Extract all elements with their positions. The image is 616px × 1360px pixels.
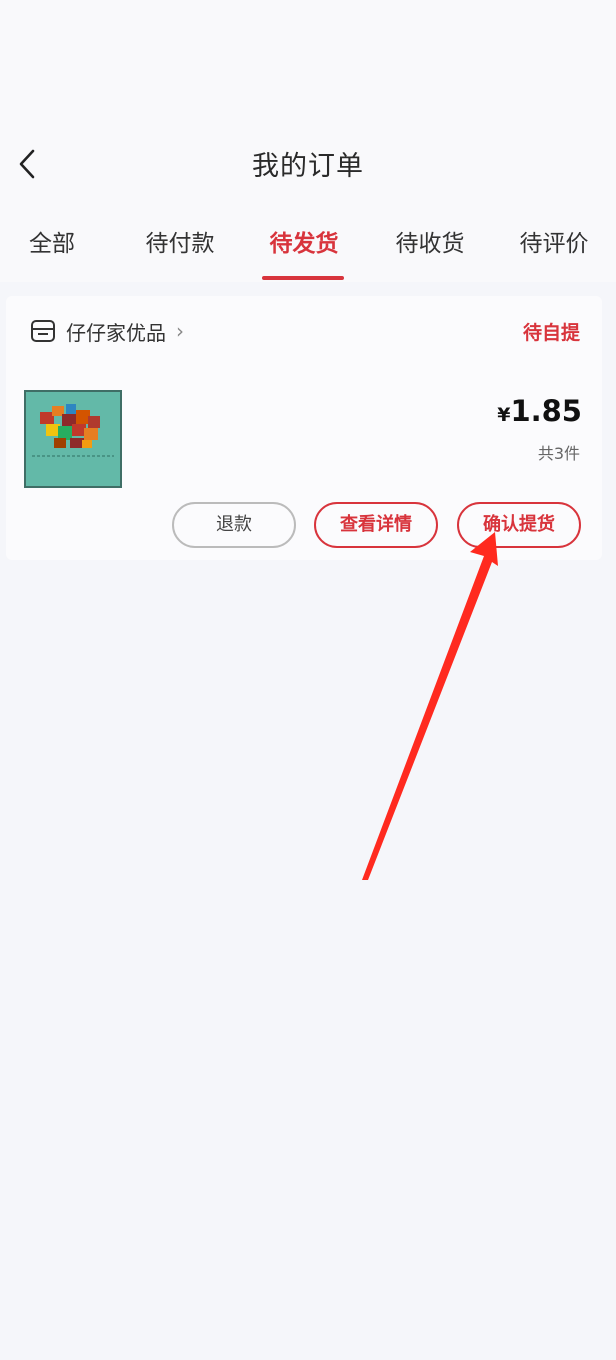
- tab-pending-shipment[interactable]: 待发货: [262, 222, 346, 266]
- tab-all[interactable]: 全部: [22, 222, 82, 266]
- tab-pending-payment[interactable]: 待付款: [138, 222, 222, 266]
- order-card[interactable]: 仔仔家优品 › 待自提 ¥1.85 共3件 退款 查看详情 确认提货: [6, 296, 602, 560]
- tab-pending-review[interactable]: 待评价: [512, 222, 596, 266]
- active-tab-indicator: [262, 276, 344, 280]
- orders-page: 我的订单 全部 待付款 待发货 待收货 待评价 仔仔家优品 › 待自提 ¥1.8…: [0, 0, 616, 1360]
- store-icon: [31, 320, 55, 342]
- view-details-button[interactable]: 查看详情: [314, 502, 438, 548]
- page-title: 我的订单: [252, 151, 364, 182]
- shop-link[interactable]: 仔仔家优品 ›: [30, 316, 184, 346]
- chevron-right-icon: ›: [176, 319, 184, 343]
- order-price: ¥1.85: [497, 394, 582, 428]
- confirm-pickup-button[interactable]: 确认提货: [457, 502, 581, 548]
- product-image: [26, 392, 120, 486]
- order-tabs: 全部 待付款 待发货 待收货 待评价: [0, 222, 616, 280]
- price-value: 1.85: [510, 394, 582, 428]
- order-status: 待自提: [522, 322, 580, 344]
- refund-button[interactable]: 退款: [172, 502, 296, 548]
- product-thumbnail[interactable]: [24, 390, 122, 488]
- item-count: 共3件: [537, 444, 580, 463]
- header-area: 我的订单 全部 待付款 待发货 待收货 待评价: [0, 0, 616, 282]
- currency-symbol: ¥: [497, 404, 511, 426]
- shop-name: 仔仔家优品: [66, 320, 166, 345]
- tab-pending-receipt[interactable]: 待收货: [388, 222, 472, 266]
